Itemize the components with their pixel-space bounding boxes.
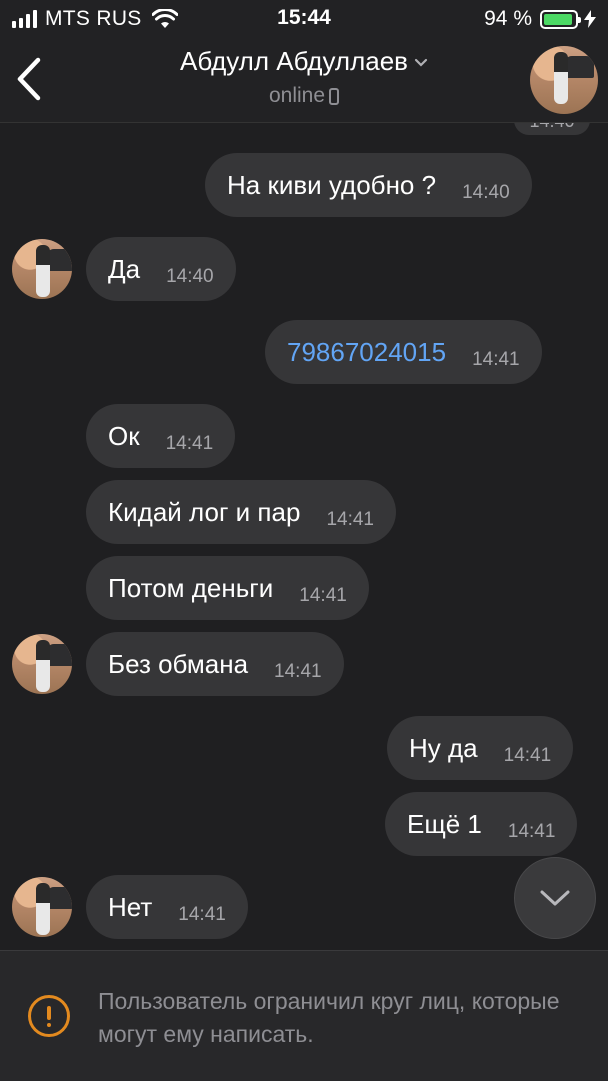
message-text: Ещё 1 (407, 808, 482, 839)
message-time: 14:41 (472, 349, 520, 370)
message-time: 14:41 (165, 433, 214, 454)
online-status: online (268, 84, 326, 107)
battery-icon (540, 9, 581, 29)
sender-avatar[interactable] (12, 877, 72, 937)
message-time: 14:41 (299, 585, 347, 606)
messaging-restricted-banner: Пользователь ограничил круг лиц, которые… (0, 950, 608, 1081)
message-text: На киви удобно ? (227, 169, 437, 200)
message-time: 14:41 (274, 661, 322, 682)
message-time: 14:40 (166, 266, 214, 287)
chevron-down-icon (540, 890, 570, 906)
scroll-to-bottom-button[interactable] (514, 857, 596, 939)
chat-header: Абдулл Абдуллаев online (0, 38, 608, 123)
sender-avatar[interactable] (12, 634, 72, 694)
phone-icon (329, 88, 340, 105)
message-text: Ну да (409, 732, 478, 763)
message-list[interactable]: 14:40 На киви удобно ? 14:40 Да 14:40 79… (0, 123, 608, 949)
status-right: 94 % (484, 7, 596, 31)
battery-percent: 94 % (484, 7, 532, 30)
message-text: Без обмана (108, 648, 249, 679)
message-time: 14:41 (503, 745, 552, 766)
message-bubble-incoming[interactable]: Нет 14:41 (86, 875, 248, 939)
previous-message-fragment: 14:40 (514, 123, 590, 135)
message-bubble-outgoing[interactable]: 79867024015 14:41 (265, 320, 542, 384)
message-bubble-incoming[interactable]: Кидай лог и пар 14:41 (86, 480, 396, 544)
message-text: Нет (108, 891, 153, 922)
message-time: 14:40 (462, 182, 510, 203)
restriction-notice: Пользователь ограничил круг лиц, которые… (98, 988, 560, 1047)
message-bubble-outgoing[interactable]: Ну да 14:41 (387, 716, 574, 780)
message-time: 14:41 (326, 509, 374, 530)
contact-name-button[interactable]: Абдулл Абдуллаев (0, 46, 608, 77)
sender-avatar[interactable] (12, 239, 72, 299)
message-text: Кидай лог и пар (108, 496, 301, 527)
contact-name: Абдулл Абдуллаев (180, 46, 408, 76)
chevron-down-icon (414, 59, 428, 67)
message-text: Да (108, 253, 141, 284)
message-bubble-incoming[interactable]: Без обмана 14:41 (86, 632, 344, 696)
message-bubble-outgoing[interactable]: На киви удобно ? 14:40 (205, 153, 532, 217)
status-bar: MTS RUS 15:44 94 % (0, 0, 608, 38)
message-time: 14:41 (178, 904, 226, 925)
message-bubble-outgoing[interactable]: Ещё 1 14:41 (385, 792, 578, 856)
contact-avatar[interactable] (530, 46, 598, 114)
message-bubble-incoming[interactable]: Да 14:40 (86, 237, 236, 301)
message-text: Ок (108, 420, 140, 451)
warning-icon (28, 995, 70, 1037)
charging-bolt-icon (584, 10, 596, 28)
message-text: Потом деньги (108, 572, 274, 603)
message-bubble-incoming[interactable]: Ок 14:41 (86, 404, 236, 468)
message-bubble-incoming[interactable]: Потом деньги 14:41 (86, 556, 369, 620)
phone-number-link[interactable]: 79867024015 (287, 337, 446, 368)
contact-status: online (0, 84, 608, 108)
message-time: 14:41 (507, 821, 556, 842)
